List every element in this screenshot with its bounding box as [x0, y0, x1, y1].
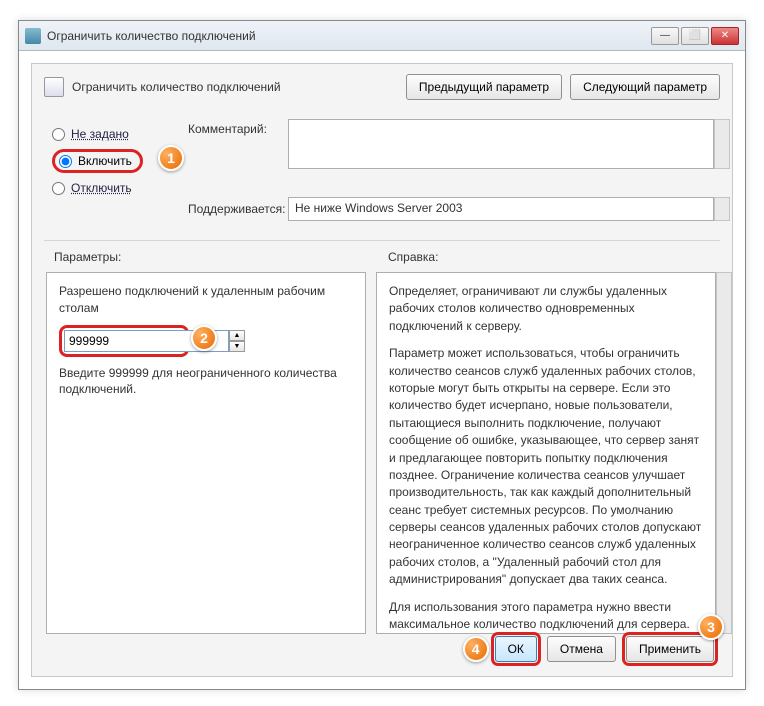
- comment-scrollbar[interactable]: [714, 119, 730, 169]
- radio-disable-label: Отключить: [71, 181, 132, 195]
- radio-enable-input[interactable]: [59, 155, 72, 168]
- help-panel: Определяет, ограничивают ли службы удале…: [376, 272, 716, 634]
- radio-not-configured[interactable]: Не задано: [52, 127, 167, 141]
- supported-value: Не ниже Windows Server 2003: [288, 197, 714, 221]
- cancel-button[interactable]: Отмена: [547, 636, 616, 662]
- callout-3: 3: [698, 614, 724, 640]
- radio-disable-input[interactable]: [52, 182, 65, 195]
- client-area: Ограничить количество подключений Предыд…: [19, 51, 745, 689]
- spinner-up-icon[interactable]: ▲: [229, 330, 245, 341]
- help-p2: Параметр может использоваться, чтобы огр…: [389, 345, 703, 588]
- app-icon: [25, 28, 41, 44]
- radio-not-configured-label: Не задано: [71, 127, 129, 141]
- params-panel: Разрешено подключений к удаленным рабочи…: [46, 272, 366, 634]
- minimize-button[interactable]: —: [651, 27, 679, 45]
- header-row: Ограничить количество подключений Предыд…: [44, 74, 720, 100]
- radio-enable[interactable]: Включить: [52, 149, 143, 173]
- connections-spinner[interactable]: ▲ ▼: [59, 325, 189, 357]
- dialog-buttons: 4 ОК Отмена Применить 3: [463, 636, 714, 662]
- policy-dialog-window: Ограничить количество подключений — ⬜ ✕ …: [18, 20, 746, 690]
- callout-2: 2: [191, 325, 217, 351]
- policy-title: Ограничить количество подключений: [72, 80, 398, 94]
- state-radio-group: Не задано Включить 1 Отключить: [52, 119, 167, 203]
- close-button[interactable]: ✕: [711, 27, 739, 45]
- ok-button[interactable]: ОК: [495, 636, 537, 662]
- params-prompt: Разрешено подключений к удаленным рабочи…: [59, 283, 353, 317]
- callout-4: 4: [463, 636, 489, 662]
- help-p3: Для использования этого параметра нужно …: [389, 599, 703, 634]
- inner-frame: Ограничить количество подключений Предыд…: [31, 63, 733, 677]
- supported-label: Поддерживается:: [188, 202, 286, 216]
- next-setting-button[interactable]: Следующий параметр: [570, 74, 720, 100]
- comment-textarea[interactable]: [288, 119, 714, 169]
- spinner-down-icon[interactable]: ▼: [229, 341, 245, 352]
- prev-setting-button[interactable]: Предыдущий параметр: [406, 74, 562, 100]
- apply-button[interactable]: Применить: [626, 636, 714, 662]
- separator: [44, 240, 720, 241]
- window-title: Ограничить количество подключений: [47, 29, 651, 43]
- title-bar[interactable]: Ограничить количество подключений — ⬜ ✕: [19, 21, 745, 51]
- radio-disable[interactable]: Отключить: [52, 181, 167, 195]
- radio-not-configured-input[interactable]: [52, 128, 65, 141]
- maximize-button[interactable]: ⬜: [681, 27, 709, 45]
- supported-scrollbar[interactable]: [714, 197, 730, 221]
- policy-icon: [44, 77, 64, 97]
- params-hint: Введите 999999 для неограниченного колич…: [59, 365, 353, 399]
- params-label: Параметры:: [54, 250, 121, 264]
- help-p1: Определяет, ограничивают ли службы удале…: [389, 283, 703, 335]
- help-label: Справка:: [388, 250, 438, 264]
- callout-1: 1: [158, 145, 184, 171]
- help-scrollbar[interactable]: [716, 272, 732, 634]
- radio-enable-label: Включить: [78, 154, 132, 168]
- comment-label: Комментарий:: [188, 122, 267, 136]
